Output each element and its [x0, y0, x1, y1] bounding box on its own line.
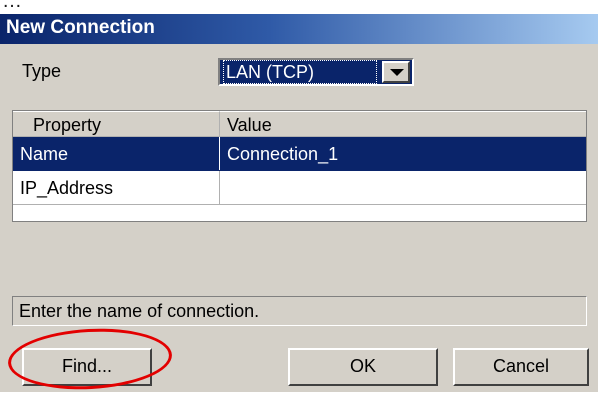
column-header-value[interactable]: Value	[220, 111, 586, 136]
property-grid: Property Value Name Connection_1 IP_Addr…	[12, 110, 587, 222]
cancel-button[interactable]: Cancel	[453, 348, 589, 386]
property-cell[interactable]: Name	[13, 137, 220, 170]
property-cell[interactable]: IP_Address	[13, 171, 220, 204]
title-bar[interactable]: New Connection	[0, 14, 598, 44]
column-header-property[interactable]: Property	[13, 111, 220, 136]
new-connection-dialog: New Connection Type LAN (TCP) Property V…	[0, 14, 598, 393]
type-dropdown-button[interactable]	[382, 61, 410, 83]
chevron-down-icon	[390, 69, 404, 76]
type-select-value[interactable]: LAN (TCP)	[223, 60, 377, 84]
grid-header: Property Value	[13, 111, 586, 137]
grid-row-ip-address[interactable]: IP_Address	[13, 171, 586, 205]
type-label: Type	[22, 61, 62, 81]
grid-row-name[interactable]: Name Connection_1	[13, 137, 586, 171]
type-select[interactable]: LAN (TCP)	[218, 58, 414, 86]
value-cell[interactable]: Connection_1	[220, 137, 586, 170]
ok-button[interactable]: OK	[288, 348, 438, 386]
background-page-strip: …	[0, 0, 598, 14]
value-cell[interactable]	[220, 171, 586, 204]
status-description: Enter the name of connection.	[12, 296, 587, 326]
clipped-text: …	[2, 0, 22, 12]
window-title: New Connection	[6, 17, 155, 38]
